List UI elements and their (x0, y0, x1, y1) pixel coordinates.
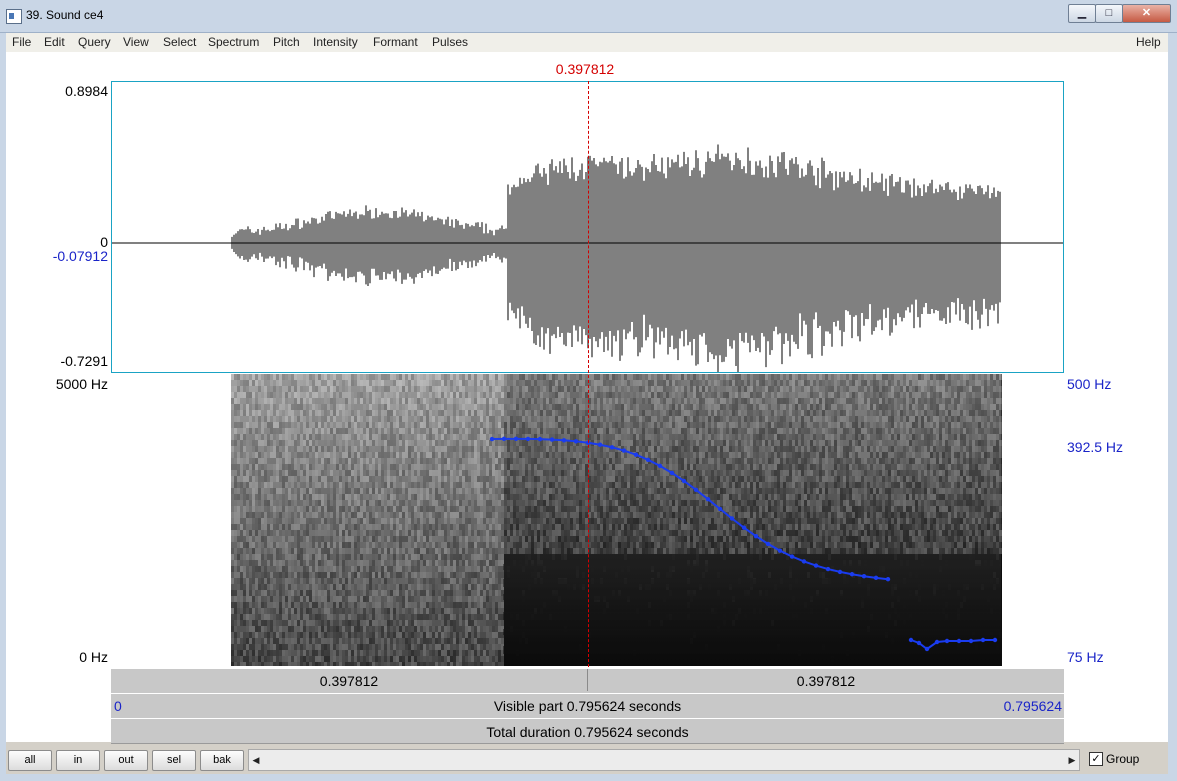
title-bar: 39. Sound ce4 ▁ □ ✕ (0, 0, 1177, 33)
window-title: 39. Sound ce4 (26, 8, 104, 22)
cursor-time-label: 0.397812 (555, 61, 615, 77)
praat-window-icon (6, 9, 22, 24)
menu-query[interactable]: Query (78, 35, 111, 49)
pitch-min-label: 75 Hz (1067, 649, 1104, 665)
waveform-ymin-label: -0.7291 (60, 353, 108, 369)
menu-edit[interactable]: Edit (44, 35, 65, 49)
spectrogram-fmax-label: 5000 Hz (55, 376, 108, 392)
menu-bar: File Edit Query View Select Spectrum Pit… (6, 33, 1168, 52)
window-frame-bottom (0, 774, 1177, 781)
pitch-max-label: 500 Hz (1067, 376, 1112, 392)
waveform-cursor-value-label: -0.07912 (52, 248, 108, 264)
menu-pulses[interactable]: Pulses (432, 35, 468, 49)
pitch-cursor-label: 392.5 Hz (1067, 439, 1124, 455)
menu-intensity[interactable]: Intensity (313, 35, 358, 49)
menu-pitch[interactable]: Pitch (273, 35, 300, 49)
close-button[interactable]: ✕ (1122, 4, 1171, 23)
menu-spectrum[interactable]: Spectrum (208, 35, 259, 49)
maximize-button[interactable]: □ (1095, 4, 1123, 23)
menu-view[interactable]: View (123, 35, 149, 49)
waveform-trace (231, 144, 1001, 372)
window-frame-right (1168, 33, 1177, 781)
spectrogram-fmin-label: 0 Hz (79, 649, 108, 665)
menu-formant[interactable]: Formant (373, 35, 418, 49)
menu-file[interactable]: File (12, 35, 31, 49)
minimize-button[interactable]: ▁ (1068, 4, 1096, 23)
waveform-ymax-label: 0.8984 (65, 83, 108, 99)
menu-select[interactable]: Select (163, 35, 196, 49)
menu-help[interactable]: Help (1136, 35, 1161, 49)
